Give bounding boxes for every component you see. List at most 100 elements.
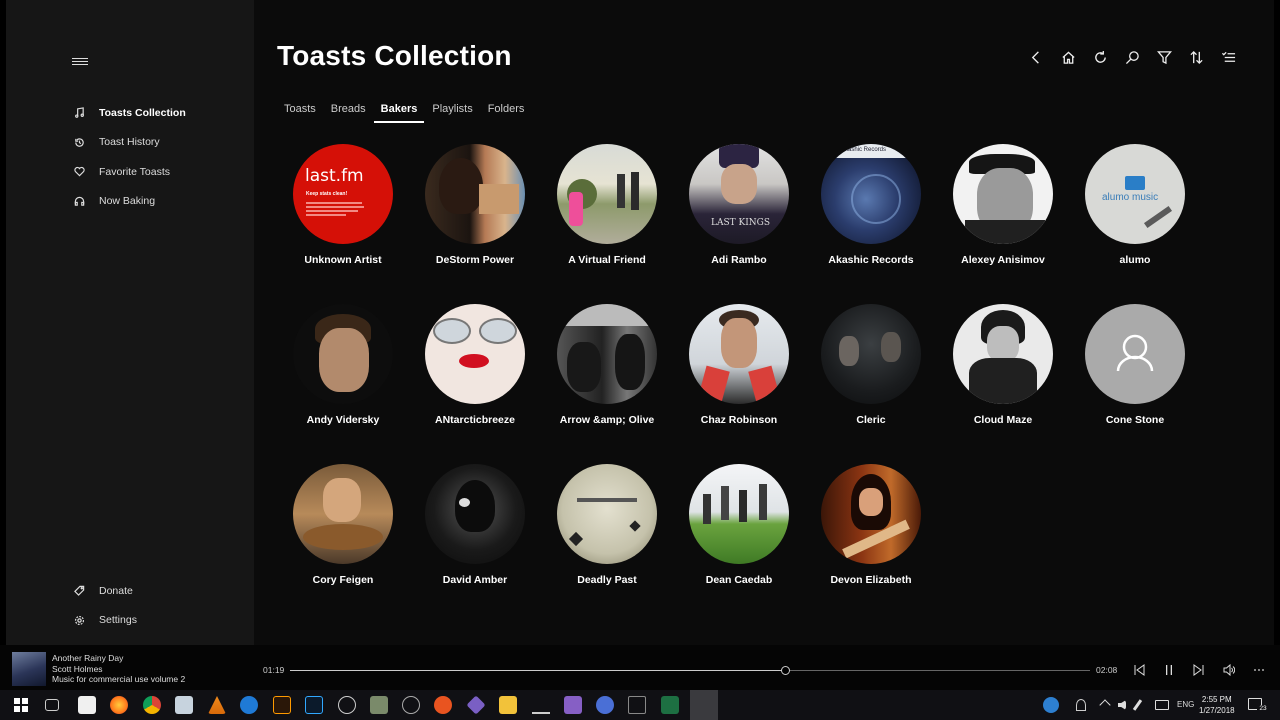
baker-name: Cleric (856, 414, 886, 426)
album-art[interactable] (12, 652, 46, 686)
baker-name: Chaz Robinson (700, 414, 778, 426)
baker-card[interactable]: DeStorm Power (409, 144, 541, 266)
speaker-tray-icon[interactable] (1118, 700, 1126, 710)
baker-card[interactable]: Dean Caedab (673, 464, 805, 586)
folder-icon[interactable] (499, 696, 517, 714)
refresh-button[interactable] (1084, 46, 1116, 68)
taskbar: ENG 2:55 PM 1/27/2018 23 (0, 690, 1280, 720)
chrome-icon[interactable] (143, 696, 161, 714)
baker-name: Arrow &amp; Olive (559, 414, 655, 426)
baker-card[interactable]: Cleric (805, 304, 937, 426)
back-button[interactable] (1020, 46, 1052, 68)
app-icon-12[interactable] (434, 696, 452, 714)
filter-icon (1156, 50, 1172, 64)
sidebar-item-label: Toast History (99, 136, 160, 149)
baker-avatar: LAST KINGS (689, 144, 789, 244)
file-explorer-icon[interactable] (175, 696, 193, 714)
app-icon-15[interactable] (532, 696, 550, 714)
baker-card[interactable]: Andy Vidersky (277, 304, 409, 426)
tab-bakers[interactable]: Bakers (373, 98, 425, 123)
baker-card[interactable]: Cloud Maze (937, 304, 1069, 426)
tray-chevron-icon[interactable] (1099, 699, 1111, 711)
filter-button[interactable] (1148, 46, 1180, 68)
next-button[interactable] (1184, 659, 1214, 681)
firefox-icon[interactable] (110, 696, 128, 714)
baker-avatar (1085, 304, 1185, 404)
more-options-button[interactable] (1244, 659, 1274, 681)
active-app-icon[interactable] (690, 690, 718, 720)
tab-folders[interactable]: Folders (481, 98, 532, 123)
tab-playlists[interactable]: Playlists (425, 98, 479, 123)
baker-card[interactable]: Cone Stone (1069, 304, 1201, 426)
previous-button[interactable] (1124, 659, 1154, 681)
seek-bar[interactable] (290, 665, 1090, 675)
baker-card[interactable]: LAST KINGS Adi Rambo (673, 144, 805, 266)
illustrator-icon[interactable] (273, 696, 291, 714)
app-icon-9[interactable] (338, 696, 356, 714)
baker-avatar (953, 144, 1053, 244)
main-content: Toasts Collection Toasts Breads Bakers P… (254, 0, 1274, 645)
app-icon-18[interactable] (628, 696, 646, 714)
volume-icon (1223, 664, 1235, 676)
tab-breads[interactable]: Breads (324, 98, 373, 123)
baker-card[interactable]: Cory Feigen (277, 464, 409, 586)
baker-card[interactable]: Devon Elizabeth (805, 464, 937, 586)
baker-avatar: alumo music (1085, 144, 1185, 244)
sidebar-item-settings[interactable]: Settings (72, 606, 252, 636)
sort-button[interactable] (1180, 46, 1212, 68)
baker-card[interactable]: alumo music alumo (1069, 144, 1201, 266)
baker-card[interactable]: Arrow &amp; Olive (541, 304, 673, 426)
vlc-icon[interactable] (208, 696, 226, 714)
clock[interactable]: 2:55 PM 1/27/2018 (1199, 694, 1235, 716)
search-button[interactable] (1116, 46, 1148, 68)
baker-card[interactable]: David Amber (409, 464, 541, 586)
previous-icon (1134, 664, 1145, 676)
sidebar-item-favorite-toasts[interactable]: Favorite Toasts (72, 157, 252, 187)
tab-toasts[interactable]: Toasts (277, 98, 323, 123)
select-button[interactable] (1212, 46, 1244, 68)
baker-card[interactable]: A Virtual Friend (541, 144, 673, 266)
baker-card[interactable]: Akashic Records Akashic Records (805, 144, 937, 266)
baker-name: Dean Caedab (705, 574, 773, 586)
sidebar-item-now-baking[interactable]: Now Baking (72, 187, 252, 217)
language-indicator[interactable]: ENG (1177, 700, 1199, 712)
tray-app-icon[interactable] (1043, 697, 1059, 713)
app-icon-17[interactable] (596, 696, 614, 714)
hamburger-menu-icon[interactable] (72, 56, 88, 70)
baker-card[interactable]: Alexey Anisimov (937, 144, 1069, 266)
task-view-icon[interactable] (45, 699, 59, 711)
now-playing-info: Another Rainy Day Scott Holmes Music for… (52, 653, 185, 685)
baker-card[interactable]: last.fm Keep stats clean! Unknown Artist (277, 144, 409, 266)
clock-date: 1/27/2018 (1199, 706, 1235, 715)
visual-studio-icon[interactable] (564, 696, 582, 714)
keyboard-tray-icon[interactable] (1155, 700, 1169, 710)
app-icon-10[interactable] (370, 696, 388, 714)
pause-button[interactable] (1154, 659, 1184, 681)
pen-tray-icon[interactable] (1132, 699, 1143, 711)
track-album: Music for commercial use volume 2 (52, 674, 186, 684)
baker-card[interactable]: ANtarcticbreeze (409, 304, 541, 426)
edge-icon[interactable] (240, 696, 258, 714)
store-icon[interactable] (78, 696, 96, 714)
volume-button[interactable] (1214, 659, 1244, 681)
people-icon[interactable] (1076, 699, 1086, 711)
sidebar-item-donate[interactable]: Donate (72, 576, 252, 606)
photoshop-icon[interactable] (305, 696, 323, 714)
seek-progress (290, 669, 786, 671)
home-button[interactable] (1052, 46, 1084, 68)
sidebar-item-toasts-collection[interactable]: Toasts Collection (72, 98, 252, 128)
seek-thumb[interactable] (781, 665, 790, 675)
windows-start-icon[interactable] (14, 698, 28, 712)
app-icon-13[interactable] (466, 695, 486, 715)
select-icon (1221, 51, 1235, 62)
baker-card[interactable]: Chaz Robinson (673, 304, 805, 426)
baker-card[interactable]: Deadly Past (541, 464, 673, 586)
baker-avatar (821, 464, 921, 564)
baker-avatar: last.fm Keep stats clean! (293, 144, 393, 244)
sidebar-item-label: Toasts Collection (99, 106, 186, 119)
app-icon-11[interactable] (402, 696, 420, 714)
lastfm-logo: last.fm (305, 166, 364, 186)
excel-icon[interactable] (661, 696, 679, 714)
sidebar-item-toast-history[interactable]: Toast History (72, 128, 252, 158)
music-note-icon (72, 106, 86, 120)
